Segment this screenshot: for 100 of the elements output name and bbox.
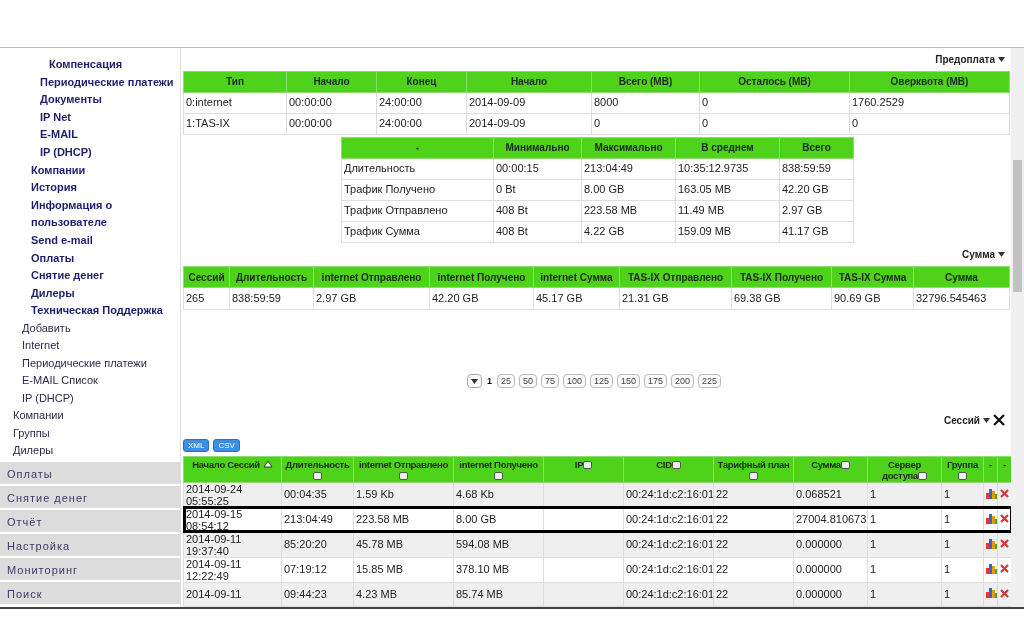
- menu-item[interactable]: Информация о пользователе: [0, 196, 180, 232]
- column-header: Сессий: [183, 266, 230, 288]
- column-header[interactable]: Группа: [941, 456, 984, 483]
- page-size-dropdown[interactable]: [466, 374, 482, 389]
- column-header: Начало: [466, 71, 592, 93]
- checkbox[interactable]: [583, 461, 593, 470]
- column-header[interactable]: Тарифный план: [713, 456, 794, 483]
- menu-item[interactable]: Internet: [0, 337, 180, 355]
- table-cell: 265: [183, 287, 230, 310]
- menu-item[interactable]: Периодические платежи: [0, 73, 180, 92]
- table-cell: 24:00:00: [376, 92, 467, 114]
- checkbox[interactable]: [918, 472, 928, 481]
- menu-item[interactable]: IP Net: [0, 108, 180, 127]
- menu-item[interactable]: Документы: [0, 91, 180, 109]
- page-button[interactable]: 50: [518, 374, 537, 389]
- menu-item[interactable]: IP (DHCP): [0, 143, 180, 162]
- column-header: Максимально: [581, 137, 676, 159]
- checkbox[interactable]: [313, 472, 322, 481]
- table-cell: 00:00:00: [286, 92, 377, 114]
- column-header[interactable]: internet Отправлено: [353, 456, 454, 483]
- bar-chart-icon[interactable]: [986, 563, 997, 574]
- page-button[interactable]: 125: [589, 374, 613, 389]
- page-button[interactable]: 1: [485, 374, 493, 389]
- column-header[interactable]: Начало Сессий: [183, 456, 282, 483]
- table-cell: 408 Bt: [493, 200, 582, 222]
- table-cell: 07:19:12: [281, 557, 354, 583]
- column-header: TAS-IX Отправлено: [619, 266, 732, 288]
- column-header: TAS-IX Сумма: [831, 266, 914, 288]
- table-cell: 8.00 GB: [581, 179, 676, 201]
- table-cell: 0: [699, 92, 850, 114]
- menu-item[interactable]: IP (DHCP): [0, 389, 180, 408]
- menu-item[interactable]: Группы: [0, 424, 180, 443]
- menu-item[interactable]: Снятие денег: [0, 267, 180, 285]
- menu-section[interactable]: Настройка: [0, 533, 180, 556]
- menu-item[interactable]: Дилеры: [0, 284, 180, 303]
- menu-item[interactable]: Компенсация: [0, 56, 180, 74]
- menu-item[interactable]: E-MAIL Список: [0, 372, 180, 390]
- column-header[interactable]: internet Получено: [453, 456, 544, 483]
- column-header[interactable]: Сумма: [793, 456, 868, 483]
- table-cell: 213:04:49: [281, 507, 354, 533]
- checkbox[interactable]: [494, 472, 503, 481]
- column-header[interactable]: IP: [543, 456, 624, 483]
- scrollbar[interactable]: [1011, 48, 1024, 607]
- table-cell: 42.20 GB: [429, 287, 534, 310]
- table-cell: 22: [713, 507, 794, 533]
- column-header: В среднем: [675, 137, 780, 159]
- table-cell: 4.22 GB: [581, 221, 676, 243]
- page-button[interactable]: 75: [540, 374, 559, 389]
- checkbox[interactable]: [399, 472, 408, 481]
- table-cell: 378.10 MB: [453, 557, 544, 583]
- column-header[interactable]: Длительность: [281, 456, 354, 483]
- menu-item[interactable]: Периодические платежи: [0, 354, 180, 373]
- bar-chart-icon[interactable]: [986, 488, 997, 499]
- checkbox[interactable]: [840, 461, 850, 470]
- menu-item[interactable]: Компании: [0, 161, 180, 180]
- bar-chart-icon[interactable]: [986, 587, 997, 599]
- dropdown-arrow-icon[interactable]: [983, 417, 990, 423]
- page-button[interactable]: 150: [617, 374, 641, 389]
- menu-item[interactable]: Оплаты: [0, 249, 180, 268]
- bar-chart-icon[interactable]: [986, 538, 997, 549]
- menu-section[interactable]: Мониторинг: [0, 557, 180, 580]
- page-button[interactable]: 25: [496, 374, 515, 389]
- table-cell: 1: [867, 557, 942, 583]
- column-header[interactable]: CID: [623, 456, 714, 483]
- menu-section[interactable]: Отчёт: [0, 509, 180, 532]
- dropdown-arrow-icon[interactable]: [998, 252, 1005, 258]
- column-header: -: [341, 137, 494, 159]
- page-button[interactable]: 225: [698, 374, 722, 389]
- menu-section[interactable]: Оплаты: [0, 461, 180, 484]
- checkbox[interactable]: [749, 472, 758, 481]
- menu-item[interactable]: История: [0, 179, 180, 197]
- menu-section[interactable]: Поиск: [0, 581, 180, 604]
- table-cell: 00:00:00: [286, 113, 377, 135]
- menu-item[interactable]: Send e-mail: [0, 231, 180, 250]
- menu-item[interactable]: E-MAIL: [0, 126, 180, 144]
- menu-item[interactable]: Дилеры: [0, 442, 180, 460]
- table-cell: Трафик Сумма: [341, 221, 494, 243]
- page-button[interactable]: 200: [671, 374, 695, 389]
- checkbox[interactable]: [958, 472, 967, 481]
- delete-icon[interactable]: [1000, 539, 1009, 549]
- delete-icon[interactable]: [1000, 564, 1009, 574]
- delete-icon[interactable]: [1000, 489, 1009, 499]
- delete-icon[interactable]: [1000, 589, 1009, 598]
- table-cell: Трафик Отправлено: [341, 200, 494, 222]
- delete-icon[interactable]: [1000, 514, 1009, 524]
- dropdown-arrow-icon[interactable]: [998, 56, 1005, 62]
- table-cell: 45.78 MB: [353, 532, 454, 558]
- checkbox[interactable]: [671, 461, 681, 470]
- bar-chart-icon[interactable]: [986, 513, 997, 524]
- menu-section[interactable]: Снятие денег: [0, 485, 180, 508]
- table-cell: 00:00:15: [493, 158, 582, 180]
- page-button[interactable]: 175: [644, 374, 668, 389]
- table-cell: 223.58 MB: [581, 200, 676, 222]
- menu-item[interactable]: Техническая Поддержка: [0, 302, 180, 320]
- table-cell: 1:TAS-IX: [183, 113, 287, 135]
- section-title: Сессий: [943, 414, 980, 426]
- menu-item[interactable]: Добавить: [0, 319, 180, 338]
- table-cell: Трафик Получено: [341, 179, 494, 201]
- page-button[interactable]: 100: [562, 374, 586, 389]
- menu-item[interactable]: Компании: [0, 407, 180, 425]
